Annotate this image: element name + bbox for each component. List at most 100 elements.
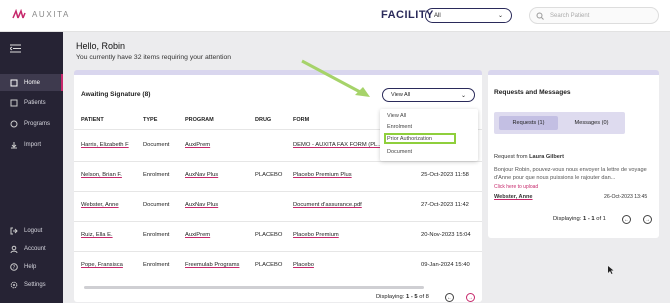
help-icon: ? (10, 262, 18, 271)
horizontal-scrollbar[interactable] (84, 286, 424, 289)
pagination-total: of 8 (419, 294, 429, 300)
pagination-label: Displaying: (553, 216, 582, 222)
chevron-down-icon: ⌄ (460, 92, 466, 99)
pagination-range: 1 - 5 (405, 294, 418, 300)
sidebar-item-logout[interactable]: Logout (0, 222, 63, 239)
table-row[interactable]: Webster, Anne Document AuxNav Plus Docum… (74, 191, 482, 221)
program-link[interactable]: Freemulab Programs (185, 262, 239, 268)
type-cell: Enrolment (143, 232, 170, 238)
tab-requests[interactable]: Requests (1) (499, 116, 558, 130)
requests-messages-panel: Requests and Messages Requests (1) Messa… (488, 70, 659, 238)
sidebar-item-label: Help (24, 263, 37, 270)
page-subtitle: You currently have 32 items requiring yo… (76, 54, 232, 61)
column-header-patient[interactable]: PATIENT (81, 117, 104, 123)
table-row[interactable]: Nelson, Brian F. Enrolment AuxNav Plus P… (74, 161, 482, 191)
arrow-right-icon: → (645, 216, 650, 223)
form-link[interactable]: Placebo (293, 262, 314, 268)
patient-link[interactable]: Nelson, Brian F. (81, 172, 122, 178)
next-page-button[interactable]: → (643, 215, 652, 224)
request-prefix: Request from (494, 154, 528, 160)
next-page-button[interactable]: → (466, 293, 475, 302)
column-header-form[interactable]: FORM (293, 117, 309, 123)
request-patient-link[interactable]: Webster, Anne (494, 193, 533, 201)
sidebar-item-settings[interactable]: Settings (0, 276, 63, 293)
pagination-range: 1 - 1 (582, 216, 595, 222)
tab-messages[interactable]: Messages (0) (562, 116, 621, 130)
column-header-program[interactable]: PROGRAM (185, 117, 214, 123)
arrow-right-icon: → (468, 294, 473, 301)
form-link[interactable]: DEMO - AUXITA FAX FORM (PL... (293, 142, 382, 148)
import-icon (11, 141, 17, 148)
facility-select[interactable]: All ⌄ (425, 8, 512, 23)
search-input[interactable]: Search Patient (529, 7, 659, 24)
facility-select-value: All (434, 12, 441, 19)
patient-link[interactable]: Webster, Anne (81, 202, 119, 208)
date-cell: 25-Oct-2023 11:58 (421, 172, 469, 178)
sidebar-item-label: Home (24, 79, 41, 86)
type-cell: Document (143, 202, 170, 208)
filter-select[interactable]: View All ⌄ (382, 88, 475, 102)
program-link[interactable]: AuxNav Plus (185, 202, 218, 208)
logo-text: AUXITA (32, 9, 70, 19)
request-message: Bonjour Robin, pouvez-vous nous envoyer … (494, 167, 647, 181)
type-cell: Enrolment (143, 172, 170, 178)
home-icon (10, 79, 18, 86)
patient-link[interactable]: Pope, Fransisca (81, 262, 123, 268)
main-content: Hello, Robin You currently have 32 items… (63, 32, 670, 303)
collapse-menu-icon[interactable] (10, 44, 21, 53)
patients-icon (10, 99, 18, 106)
sidebar-item-label: Logout (24, 227, 43, 234)
tab-bar: Requests (1) Messages (0) (494, 112, 625, 134)
patient-link[interactable]: Harris, Elizabeth F (81, 142, 129, 148)
awaiting-signature-panel: Awaiting Signature (8) View All ⌄ PATIEN… (74, 70, 482, 302)
request-header: Request from Laura Gilbert (494, 153, 564, 161)
mouse-cursor-icon (608, 266, 614, 274)
filter-dropdown-menu: View All Enrolment Prior Authorization D… (380, 109, 478, 161)
sidebar-item-account[interactable]: Account (0, 240, 63, 257)
column-header-type[interactable]: TYPE (143, 117, 157, 123)
patient-link[interactable]: Ruiz, Ella E. (81, 232, 113, 238)
search-placeholder: Search Patient (550, 12, 590, 19)
drug-cell: PLACEBO (255, 262, 283, 268)
sidebar-item-help[interactable]: ? Help (0, 258, 63, 275)
table-row[interactable]: Ruiz, Ella E. Enrolment AuxiPrem PLACEBO… (74, 221, 482, 251)
request-sender: Laura Gilbert (529, 154, 564, 160)
sidebar-item-label: Settings (24, 281, 46, 288)
previous-page-button[interactable]: ← (445, 293, 454, 302)
dropdown-option-prior-authorization[interactable]: Prior Authorization (387, 136, 432, 142)
dropdown-option-enrolment[interactable]: Enrolment (387, 124, 412, 130)
form-link[interactable]: Document d'assurance.pdf (293, 202, 362, 208)
date-cell: 27-Oct-2023 11:42 (421, 202, 469, 208)
date-cell: 09-Jan-2024 15:40 (421, 262, 470, 268)
page-title: Hello, Robin (76, 41, 126, 51)
settings-icon (10, 281, 18, 288)
sidebar: Home Patients Programs Import Logout Acc… (0, 32, 63, 303)
table-row[interactable]: Pope, Fransisca Enrolment Freemulab Prog… (74, 251, 482, 281)
dropdown-option-document[interactable]: Document (387, 149, 412, 155)
drug-cell: PLACEBO (255, 172, 283, 178)
sidebar-item-import[interactable]: Import (0, 136, 63, 153)
sidebar-item-label: Import (24, 141, 42, 148)
top-bar: AUXITA FACILITY All ⌄ Search Patient (0, 0, 670, 32)
arrow-left-icon: ← (447, 294, 452, 301)
program-link[interactable]: AuxiPrem (185, 142, 210, 148)
logout-icon (10, 227, 18, 234)
dropdown-option-view-all[interactable]: View All (387, 113, 406, 119)
search-icon (536, 12, 544, 20)
column-header-drug[interactable]: DRUG (255, 117, 271, 123)
svg-text:?: ? (13, 265, 16, 271)
sidebar-item-home[interactable]: Home (0, 74, 63, 91)
previous-page-button[interactable]: ← (622, 215, 631, 224)
sidebar-item-programs[interactable]: Programs (0, 115, 63, 132)
upload-link[interactable]: Click here to upload (494, 183, 538, 191)
date-cell: 20-Nov-2023 15:04 (421, 232, 471, 238)
programs-icon (10, 120, 18, 127)
type-cell: Document (143, 142, 170, 148)
form-link[interactable]: Placebo Premium Plus (293, 172, 352, 178)
sidebar-item-patients[interactable]: Patients (0, 94, 63, 111)
program-link[interactable]: AuxiPrem (185, 232, 210, 238)
account-icon (10, 245, 18, 253)
chevron-down-icon: ⌄ (497, 13, 503, 19)
form-link[interactable]: Placebo Premium (293, 232, 339, 238)
program-link[interactable]: AuxNav Plus (185, 172, 218, 178)
